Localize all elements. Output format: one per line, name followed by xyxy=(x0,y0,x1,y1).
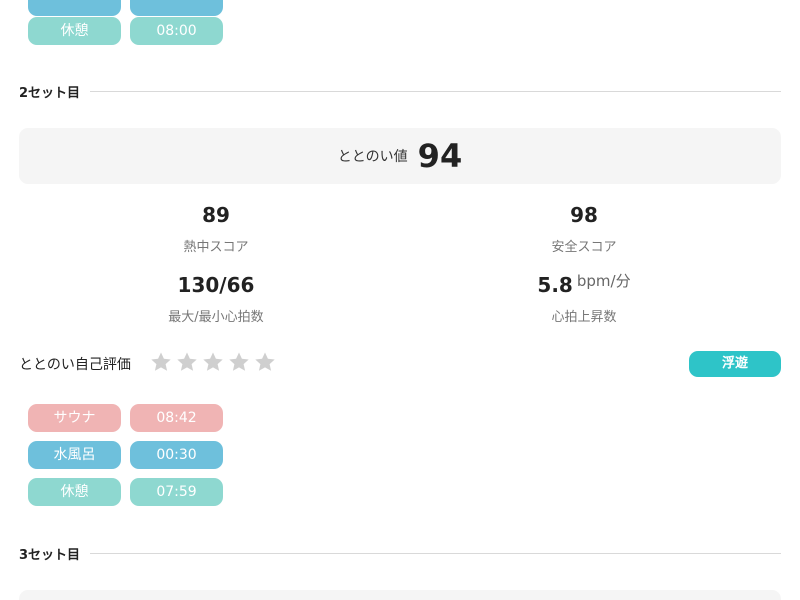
set1-water-label-chip xyxy=(28,0,121,16)
set2-sauna-time-chip: 08:42 xyxy=(130,404,223,432)
set2-header: 2セット目 xyxy=(19,83,781,101)
self-evaluation-label: ととのい自己評価 xyxy=(19,357,131,373)
set2-rest-time-chip: 07:59 xyxy=(130,478,223,506)
status-badge: 浮遊 xyxy=(689,351,781,377)
star-icon[interactable] xyxy=(201,350,225,374)
heart-rise-metric: 5.8 bpm/分 心拍上昇数 xyxy=(394,271,774,325)
set3-totonoi-score-box xyxy=(19,590,781,600)
set2-sauna-label-chip: サウナ xyxy=(28,404,121,432)
heart-rate-metric: 130/66 最大/最小心拍数 xyxy=(26,271,406,325)
set3-header: 3セット目 xyxy=(19,545,781,563)
heart-rate-value: 130/66 xyxy=(177,273,255,297)
heart-rise-label: 心拍上昇数 xyxy=(551,310,617,325)
heat-score-value: 89 xyxy=(202,203,230,227)
set2-title: 2セット目 xyxy=(19,85,81,101)
star-icon[interactable] xyxy=(227,350,251,374)
star-rating[interactable] xyxy=(149,350,279,378)
set2-water-time-chip: 00:30 xyxy=(130,441,223,469)
set1-rest-time-chip: 08:00 xyxy=(130,17,223,45)
heart-rise-value-row: 5.8 bpm/分 xyxy=(394,271,774,299)
set2-rest-label-chip: 休憩 xyxy=(28,478,121,506)
set2-divider xyxy=(90,90,781,92)
totonoi-value: 94 xyxy=(417,137,463,175)
set2-water-label-chip: 水風呂 xyxy=(28,441,121,469)
heart-rise-value: 5.8 xyxy=(537,273,573,297)
heart-rate-label: 最大/最小心拍数 xyxy=(168,310,264,325)
set1-rest-label-chip: 休憩 xyxy=(28,17,121,45)
set1-water-time-chip xyxy=(130,0,223,16)
set3-divider xyxy=(90,552,781,554)
totonoi-label: ととのい値 xyxy=(337,149,408,165)
set3-title: 3セット目 xyxy=(19,547,81,563)
sauna-session-page: 休憩 08:00 2セット目 ととのい値 94 89 熱中スコア 98 安全スコ… xyxy=(0,0,800,600)
star-icon[interactable] xyxy=(253,350,277,374)
self-evaluation-row: ととのい自己評価 xyxy=(19,350,279,378)
heat-score-metric: 89 熱中スコア xyxy=(26,201,406,255)
heart-rise-unit: bpm/分 xyxy=(576,272,631,290)
safety-score-metric: 98 安全スコア xyxy=(394,201,774,255)
safety-score-value: 98 xyxy=(570,203,598,227)
totonoi-score-box: ととのい値 94 xyxy=(19,128,781,184)
star-icon[interactable] xyxy=(175,350,199,374)
safety-score-label: 安全スコア xyxy=(551,240,617,255)
heat-score-label: 熱中スコア xyxy=(183,240,249,255)
star-icon[interactable] xyxy=(149,350,173,374)
